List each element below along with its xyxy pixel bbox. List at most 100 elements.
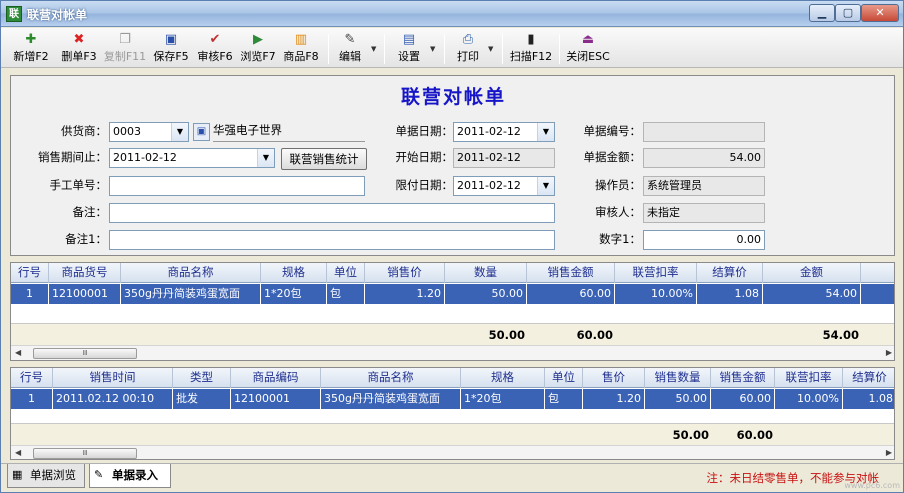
scroll-thumb[interactable]: Ⅲ xyxy=(33,348,137,359)
col-header-item-no[interactable]: 商品货号 xyxy=(49,263,121,283)
col-header-sales-amount[interactable]: 销售金额 xyxy=(711,368,775,388)
manual-no-input[interactable] xyxy=(109,176,365,196)
scroll-left-icon[interactable]: ◀ xyxy=(15,448,21,457)
pen-icon: ✎ xyxy=(94,468,104,481)
cell-item-no[interactable]: 12100001 xyxy=(49,284,121,304)
table-row[interactable]: 1 12100001 350g丹丹简装鸡蛋宽面 1*20包 包 1.20 50.… xyxy=(11,284,894,304)
cell-sale-price[interactable]: 1.20 xyxy=(365,284,445,304)
title-bar[interactable]: 联 联营对帐单 ▁ ▢ ✕ xyxy=(1,1,903,27)
supplier-code-combo[interactable]: 0003 ▼ xyxy=(109,122,189,142)
col-header-spec[interactable]: 规格 xyxy=(261,263,327,283)
save-button[interactable]: ▣ 保存F5 xyxy=(150,31,192,65)
scroll-left-icon[interactable]: ◀ xyxy=(15,348,21,357)
col-header-discount-rate[interactable]: 联营扣率 xyxy=(615,263,697,283)
browse-icon: ▶ xyxy=(253,32,263,47)
col-header-item-code[interactable]: 商品编码 xyxy=(231,368,321,388)
doc-date-dropdown-icon[interactable]: ▼ xyxy=(537,123,554,141)
cell-sale-time[interactable]: 2011.02.12 00:10 xyxy=(53,389,173,409)
col-header-item-name[interactable]: 商品名称 xyxy=(121,263,261,283)
doc-amount-field: 54.00 xyxy=(643,148,765,168)
cell-unit[interactable]: 包 xyxy=(327,284,365,304)
cell-line-no[interactable]: 1 xyxy=(11,389,53,409)
close-button[interactable]: ✕ xyxy=(861,4,899,22)
cell-line-no[interactable]: 1 xyxy=(11,284,49,304)
cell-discount-rate[interactable]: 10.00% xyxy=(775,389,843,409)
copy-button[interactable]: ❐ 复制F11 xyxy=(102,31,148,65)
exit-button[interactable]: ⏏ 关闭ESC xyxy=(565,31,611,65)
cell-item-name[interactable]: 350g丹丹简装鸡蛋宽面 xyxy=(121,284,261,304)
sales-detail-grid[interactable]: 行号 销售时间 类型 商品编码 商品名称 规格 单位 售价 销售数量 销售金额 … xyxy=(10,367,895,460)
consignment-sales-stat-button[interactable]: 联营销售统计 xyxy=(281,148,367,170)
remark1-input[interactable] xyxy=(109,230,555,250)
scroll-right-icon[interactable]: ▶ xyxy=(886,448,892,457)
tab-doc-browse[interactable]: ▦ 单据浏览 xyxy=(7,464,85,488)
minimize-button[interactable]: ▁ xyxy=(809,4,835,22)
doc-date-picker[interactable]: 2011-02-12 ▼ xyxy=(453,122,555,142)
col-header-price[interactable]: 售价 xyxy=(583,368,645,388)
col-header-unit[interactable]: 单位 xyxy=(327,263,365,283)
browse-button[interactable]: ▶ 浏览F7 xyxy=(237,31,279,65)
col-header-qty[interactable]: 数量 xyxy=(445,263,527,283)
scan-button[interactable]: ▮ 扫描F12 xyxy=(508,31,554,65)
supplier-lookup-icon[interactable]: ▣ xyxy=(193,123,210,141)
cell-item-code[interactable]: 12100001 xyxy=(231,389,321,409)
auditor-label: 审核人： xyxy=(595,205,641,219)
delete-button[interactable]: ✖ 删单F3 xyxy=(58,31,100,65)
cell-settle-price[interactable]: 1.08 xyxy=(843,389,894,409)
cell-amount[interactable]: 54.00 xyxy=(763,284,861,304)
col-header-type[interactable]: 类型 xyxy=(173,368,231,388)
copy-icon: ❐ xyxy=(119,32,131,47)
settlement-grid-hscrollbar[interactable]: ◀ Ⅲ ▶ xyxy=(11,345,894,360)
sales-period-dropdown-icon[interactable]: ▼ xyxy=(257,149,274,167)
cell-spec[interactable]: 1*20包 xyxy=(461,389,545,409)
cell-discount-rate[interactable]: 10.00% xyxy=(615,284,697,304)
col-header-unit[interactable]: 单位 xyxy=(545,368,583,388)
remark-input[interactable] xyxy=(109,203,555,223)
cell-type[interactable]: 批发 xyxy=(173,389,231,409)
col-header-line-no[interactable]: 行号 xyxy=(11,368,53,388)
cell-sales-amount[interactable]: 60.00 xyxy=(527,284,615,304)
col-header-spec[interactable]: 规格 xyxy=(461,368,545,388)
scroll-right-icon[interactable]: ▶ xyxy=(886,348,892,357)
col-header-amount[interactable]: 金额 xyxy=(763,263,861,283)
tab-doc-entry[interactable]: ✎ 单据录入 xyxy=(89,464,171,488)
sales-period-date-picker[interactable]: 2011-02-12 ▼ xyxy=(109,148,275,168)
settlement-grid[interactable]: 行号 商品货号 商品名称 规格 单位 销售价 数量 销售金额 联营扣率 结算价 … xyxy=(10,262,895,361)
maximize-button[interactable]: ▢ xyxy=(835,4,861,22)
limit-date-dropdown-icon[interactable]: ▼ xyxy=(537,177,554,195)
col-header-item-name[interactable]: 商品名称 xyxy=(321,368,461,388)
number1-input[interactable]: 0.00 xyxy=(643,230,765,250)
cell-sales-qty[interactable]: 50.00 xyxy=(645,389,711,409)
col-header-sale-price[interactable]: 销售价 xyxy=(365,263,445,283)
col-header-sales-qty[interactable]: 销售数量 xyxy=(645,368,711,388)
col-header-line-no[interactable]: 行号 xyxy=(11,263,49,283)
print-menu-button[interactable]: ⎙ 打印 xyxy=(452,31,484,65)
edit-dropdown-arrow-icon[interactable]: ▼ xyxy=(371,45,376,53)
cell-price[interactable]: 1.20 xyxy=(583,389,645,409)
col-header-sale-time[interactable]: 销售时间 xyxy=(53,368,173,388)
browse-label: 浏览F7 xyxy=(240,50,276,63)
cell-settle-price[interactable]: 1.08 xyxy=(697,284,763,304)
audit-button[interactable]: ✔ 审核F6 xyxy=(194,31,236,65)
cell-item-name[interactable]: 350g丹丹简装鸡蛋宽面 xyxy=(321,389,461,409)
print-dropdown-arrow-icon[interactable]: ▼ xyxy=(488,45,493,53)
col-header-settle-price[interactable]: 结算价 xyxy=(843,368,894,388)
col-header-sales-amount[interactable]: 销售金额 xyxy=(527,263,615,283)
cell-spec[interactable]: 1*20包 xyxy=(261,284,327,304)
sales-detail-grid-hscrollbar[interactable]: ◀ Ⅲ ▶ xyxy=(11,445,894,459)
cell-qty[interactable]: 50.00 xyxy=(445,284,527,304)
scroll-thumb[interactable]: Ⅲ xyxy=(33,448,137,459)
limit-date-picker[interactable]: 2011-02-12 ▼ xyxy=(453,176,555,196)
cell-sales-amount[interactable]: 60.00 xyxy=(711,389,775,409)
new-button[interactable]: ✚ 新增F2 xyxy=(10,31,52,65)
col-header-settle-price[interactable]: 结算价 xyxy=(697,263,763,283)
col-header-discount-rate[interactable]: 联营扣率 xyxy=(775,368,843,388)
edit-menu-button[interactable]: ✎ 编辑 xyxy=(334,31,366,65)
settings-menu-button[interactable]: ▤ 设置 xyxy=(393,31,425,65)
settings-dropdown-arrow-icon[interactable]: ▼ xyxy=(430,45,435,53)
product-button[interactable]: ▥ 商品F8 xyxy=(280,31,322,65)
cell-unit[interactable]: 包 xyxy=(545,389,583,409)
supplier-dropdown-icon[interactable]: ▼ xyxy=(171,123,188,141)
sales-detail-grid-header: 行号 销售时间 类型 商品编码 商品名称 规格 单位 售价 销售数量 销售金额 … xyxy=(11,368,894,388)
table-row[interactable]: 1 2011.02.12 00:10 批发 12100001 350g丹丹简装鸡… xyxy=(11,389,894,409)
